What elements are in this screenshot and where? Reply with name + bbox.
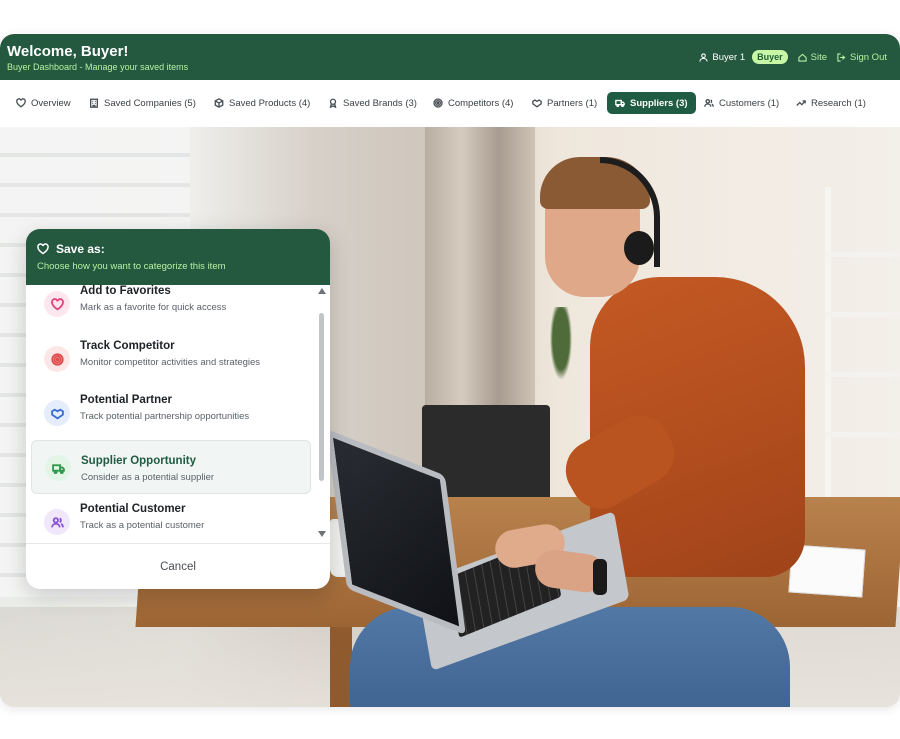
truck-icon xyxy=(615,99,625,108)
bookshelf xyxy=(825,187,900,517)
home-icon xyxy=(798,53,807,62)
option-supplier-opportunity[interactable]: Supplier Opportunity Consider as a poten… xyxy=(31,440,311,494)
site-link[interactable]: Site xyxy=(798,52,827,63)
scrollbar-thumb[interactable] xyxy=(319,313,324,481)
page-title: Welcome, Buyer! xyxy=(7,43,129,60)
tab-competitors[interactable]: Competitors (4) xyxy=(425,92,521,114)
role-badge: Buyer xyxy=(752,50,788,64)
users-icon xyxy=(44,509,70,535)
save-as-dialog: Save as: Choose how you want to categori… xyxy=(26,229,330,589)
tab-customers[interactable]: Customers (1) xyxy=(696,92,787,114)
option-description: Monitor competitor activities and strate… xyxy=(80,357,261,368)
option-label: Supplier Opportunity xyxy=(81,455,196,467)
option-label: Add to Favorites xyxy=(80,285,171,297)
option-label: Potential Customer xyxy=(80,503,186,515)
heart-icon xyxy=(44,291,70,317)
shelf-board xyxy=(825,252,900,257)
shelf-board xyxy=(825,312,900,317)
page-subtitle: Buyer Dashboard - Manage your saved item… xyxy=(7,62,189,72)
scroll-up-arrow[interactable] xyxy=(318,288,326,294)
tab-bar: Overview Saved Companies (5) Saved Produ… xyxy=(0,80,900,127)
smartwatch xyxy=(593,559,607,595)
trending-icon xyxy=(796,100,806,106)
dialog-header: Save as: Choose how you want to categori… xyxy=(26,229,330,285)
user-name: Buyer 1 xyxy=(712,51,746,63)
sign-out-link[interactable]: Sign Out xyxy=(837,52,887,63)
tab-label: Partners (1) xyxy=(547,97,598,109)
tab-label: Saved Products (4) xyxy=(229,97,311,109)
building-icon xyxy=(90,98,98,108)
option-description: Mark as a favorite for quick access xyxy=(80,302,227,313)
user-icon xyxy=(699,52,709,62)
desk-leg xyxy=(330,627,352,707)
tab-label: Saved Companies (5) xyxy=(104,97,196,109)
app-header: Welcome, Buyer! Buyer Dashboard - Manage… xyxy=(0,34,900,80)
option-label: Potential Partner xyxy=(80,394,173,406)
option-list[interactable]: Add to Favorites Mark as a favorite for … xyxy=(26,285,330,543)
cancel-button[interactable]: Cancel xyxy=(26,544,330,589)
tab-saved-brands[interactable]: Saved Brands (3) xyxy=(320,92,425,114)
plant xyxy=(548,307,574,387)
tab-label: Competitors (4) xyxy=(448,97,514,109)
handshake-icon xyxy=(44,400,70,426)
curtain xyxy=(425,127,535,427)
user-menu[interactable]: Buyer 1 Buyer xyxy=(699,50,788,64)
dialog-subtitle: Choose how you want to categorize this i… xyxy=(37,261,226,272)
header-actions: Buyer 1 Buyer Site Sign Out xyxy=(689,50,887,64)
headset-earcup xyxy=(624,231,654,265)
sign-out-icon xyxy=(837,52,846,62)
target-icon xyxy=(433,98,443,108)
tab-label: Suppliers (3) xyxy=(630,97,688,109)
heart-icon xyxy=(16,98,26,108)
sign-out-label: Sign Out xyxy=(850,51,887,63)
option-description: Consider as a potential supplier xyxy=(81,472,215,483)
option-potential-customer[interactable]: Potential Customer Track as a potential … xyxy=(31,499,311,543)
tab-label: Saved Brands (3) xyxy=(343,97,417,109)
tab-partners[interactable]: Partners (1) xyxy=(524,92,605,114)
tab-label: Overview xyxy=(31,97,71,109)
option-label: Track Competitor xyxy=(80,340,175,352)
heart-icon xyxy=(37,243,49,255)
option-description: Track as a potential customer xyxy=(80,520,205,531)
scroll-down-arrow[interactable] xyxy=(318,531,326,537)
tab-suppliers[interactable]: Suppliers (3) xyxy=(607,92,696,114)
truck-icon xyxy=(45,455,71,481)
tab-overview[interactable]: Overview xyxy=(8,92,79,114)
shelf-board xyxy=(825,432,900,437)
option-track-competitor[interactable]: Track Competitor Monitor competitor acti… xyxy=(31,336,311,390)
option-add-to-favorites[interactable]: Add to Favorites Mark as a favorite for … xyxy=(31,285,311,335)
box-icon xyxy=(214,98,224,108)
handshake-icon xyxy=(532,99,542,108)
tab-label: Customers (1) xyxy=(719,97,780,109)
option-description: Track potential partnership opportunitie… xyxy=(80,411,250,422)
tab-saved-products[interactable]: Saved Products (4) xyxy=(206,92,318,114)
tab-label: Research (1) xyxy=(811,97,866,109)
site-label: Site xyxy=(810,51,828,63)
shelf-board xyxy=(825,372,900,377)
award-icon xyxy=(329,98,337,108)
target-icon xyxy=(44,346,70,372)
tab-research[interactable]: Research (1) xyxy=(788,92,874,114)
users-icon xyxy=(704,99,714,107)
option-potential-partner[interactable]: Potential Partner Track potential partne… xyxy=(31,390,311,444)
person-jeans xyxy=(350,607,790,707)
tab-saved-companies[interactable]: Saved Companies (5) xyxy=(81,92,204,114)
dialog-title: Save as: xyxy=(56,242,105,256)
